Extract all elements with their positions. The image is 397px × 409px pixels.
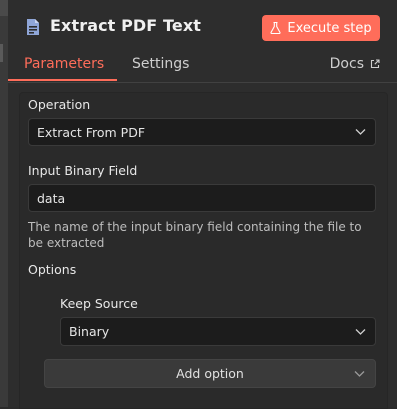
tab-parameters[interactable]: Parameters	[24, 56, 104, 72]
binary-field-value: data	[37, 190, 66, 206]
operation-select[interactable]: Extract From PDF	[28, 118, 376, 146]
keep-source-label: Keep Source	[60, 296, 138, 311]
keep-source-select[interactable]: Binary	[60, 317, 376, 346]
external-link-icon	[370, 59, 380, 69]
execute-step-label: Execute step	[287, 20, 372, 36]
docs-link[interactable]: Docs	[330, 56, 380, 72]
node-settings-panel: Extract PDF Text Execute step Parameters…	[8, 0, 397, 409]
chevron-down-icon	[354, 370, 365, 377]
canvas-edge-cap	[0, 0, 8, 16]
docs-label: Docs	[329, 56, 364, 72]
active-tab-indicator	[8, 79, 117, 81]
binary-field-input[interactable]: data	[28, 184, 376, 212]
flask-icon	[270, 22, 281, 34]
options-label: Options	[28, 262, 77, 277]
operation-label: Operation	[28, 97, 91, 112]
operation-value: Extract From PDF	[37, 124, 146, 140]
file-icon	[27, 19, 39, 35]
add-option-label: Add option	[176, 366, 244, 381]
keep-source-value: Binary	[69, 324, 110, 339]
chevron-down-icon	[355, 129, 366, 135]
add-option-button[interactable]: Add option	[44, 359, 376, 388]
chevron-down-icon	[355, 328, 366, 335]
panel-header: Extract PDF Text Execute step	[8, 0, 397, 54]
binary-field-label: Input Binary Field	[28, 163, 138, 178]
canvas-edge	[0, 0, 8, 407]
binary-field-hint: The name of the input binary field conta…	[28, 220, 362, 250]
canvas-edge-mark	[0, 44, 3, 62]
node-title[interactable]: Extract PDF Text	[50, 16, 201, 35]
tab-settings[interactable]: Settings	[132, 56, 189, 72]
execute-step-button[interactable]: Execute step	[262, 15, 380, 41]
tab-bar: Parameters Settings Docs	[8, 54, 397, 83]
